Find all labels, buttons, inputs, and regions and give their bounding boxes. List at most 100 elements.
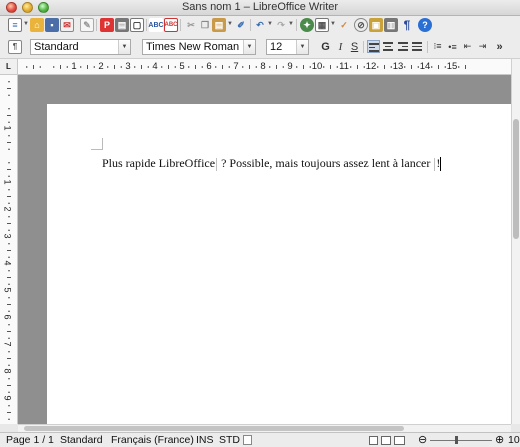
ruler-number: 13 (392, 61, 404, 72)
toolbar-separator (250, 19, 251, 31)
text-cursor (440, 157, 442, 172)
align-left-button[interactable] (367, 40, 380, 53)
help-icon[interactable]: ? (418, 18, 432, 32)
document-modified-icon (243, 435, 252, 445)
paragraph-style-select[interactable]: Standard ▼ (30, 39, 131, 55)
autospellcheck-icon[interactable]: ABC (164, 18, 178, 32)
horizontal-scrollbar-thumb[interactable] (24, 426, 404, 431)
styles-formatting-icon[interactable]: ¶ (8, 40, 22, 54)
document-text[interactable]: Plus rapide LibreOffice ? Possible, mais… (102, 156, 442, 172)
toolbar-separator (146, 19, 147, 31)
paste-dropdown-chevron-icon[interactable]: ▼ (227, 21, 233, 27)
spellcheck-icon[interactable]: ABC (148, 18, 164, 32)
page-style-status[interactable]: Standard (60, 434, 103, 446)
redo-dropdown-chevron-icon[interactable]: ▼ (288, 21, 294, 27)
image-icon[interactable]: ▣ (369, 18, 383, 32)
document-workspace: Plus rapide LibreOffice ? Possible, mais… (18, 75, 511, 424)
ruler-number: 10 (311, 61, 323, 72)
vertical-scrollbar[interactable] (511, 59, 520, 424)
new-dropdown-chevron-icon[interactable]: ▼ (23, 21, 29, 27)
bold-button[interactable]: G (319, 40, 332, 53)
numbering-icon[interactable]: ⁝≡ (431, 40, 444, 53)
insert-mode-status[interactable]: INS (196, 434, 214, 446)
ruler-number: 2 (98, 61, 104, 72)
document-page[interactable]: Plus rapide LibreOffice ? Possible, mais… (47, 104, 511, 424)
font-name-value: Times New Roman (146, 41, 240, 53)
toolbar-overflow-button[interactable]: » (493, 40, 506, 53)
ruler-number: 3 (125, 61, 131, 72)
zoom-percentage[interactable]: 10 (508, 434, 520, 446)
clone-formatting-icon[interactable]: ✐ (234, 18, 248, 32)
underline-button[interactable]: S (348, 40, 361, 53)
draw-functions-icon[interactable]: ✓ (337, 18, 351, 32)
decrease-indent-icon[interactable]: ⇤ (461, 40, 474, 53)
standard-toolbar: ≡ ▼ ⌂ ▪ ✉ ✎ P ▤ ▢ ABC ABC ✂ ❐ ▤ ▼ ✐ ↶ ▼ … (0, 16, 520, 34)
font-name-select[interactable]: Times New Roman ▼ (142, 39, 256, 55)
open-icon[interactable]: ⌂ (30, 18, 44, 32)
vertical-scrollbar-thumb[interactable] (513, 119, 519, 239)
formatting-toolbar: ¶ Standard ▼ Times New Roman ▼ 12 ▼ G I … (0, 34, 520, 59)
ruler-number: 11 (339, 61, 349, 72)
email-icon[interactable]: ✉ (60, 18, 74, 32)
toolbar-separator (427, 41, 428, 53)
page-preview-icon[interactable]: ▢ (130, 18, 144, 32)
book-view-icon[interactable] (394, 436, 405, 445)
paste-icon[interactable]: ▤ (212, 18, 226, 32)
tab-stop-type-selector[interactable]: L (0, 59, 18, 75)
toolbar-separator (296, 19, 297, 31)
bullets-icon[interactable]: •≡ (446, 40, 459, 53)
horizontal-ruler[interactable]: 1 2 3 4 5 6 7 8 9 10 11 12 13 14 15 (18, 59, 512, 75)
align-right-button[interactable] (397, 40, 410, 53)
status-bar: Page 1 / 1 Standard Français (France) IN… (0, 432, 520, 447)
chart-icon[interactable]: ▥ (384, 18, 398, 32)
zoom-slider[interactable] (430, 440, 492, 441)
ruler-number: 6 (206, 61, 212, 72)
table-icon[interactable]: ▦ (315, 18, 329, 32)
redo-icon[interactable]: ↷ (274, 18, 288, 32)
navigator-icon[interactable]: ✦ (300, 18, 314, 32)
increase-indent-icon[interactable]: ⇥ (476, 40, 489, 53)
chevron-down-icon[interactable]: ▼ (296, 40, 308, 54)
field-shading (216, 157, 218, 171)
zoom-slider-knob[interactable] (455, 436, 458, 444)
justify-button[interactable] (411, 40, 424, 53)
ruler-number: 4 (2, 260, 13, 266)
horizontal-scrollbar[interactable] (18, 424, 511, 432)
ruler-number: 2 (2, 206, 13, 212)
undo-dropdown-chevron-icon[interactable]: ▼ (267, 21, 273, 27)
table-dropdown-chevron-icon[interactable]: ▼ (330, 21, 336, 27)
ruler-number: 9 (2, 395, 13, 401)
ruler-number: 4 (152, 61, 158, 72)
copy-icon[interactable]: ❐ (198, 18, 212, 32)
window-title: Sans nom 1 – LibreOffice Writer (181, 1, 339, 13)
language-status[interactable]: Français (France) (111, 434, 194, 446)
ruler-number: 8 (2, 368, 13, 374)
multi-page-view-icon[interactable] (381, 436, 391, 445)
ruler-number: 1 (2, 125, 13, 131)
zoom-in-icon[interactable]: ⊕ (495, 433, 504, 446)
toolbar-separator (363, 41, 364, 53)
formatting-marks-icon[interactable]: ¶ (400, 18, 414, 32)
toolbar-separator (180, 19, 181, 31)
export-pdf-icon[interactable]: P (100, 18, 114, 32)
single-page-view-icon[interactable] (369, 436, 378, 445)
save-icon[interactable]: ▪ (45, 18, 59, 32)
zoom-out-icon[interactable]: ⊖ (418, 433, 427, 446)
font-size-select[interactable]: 12 ▼ (266, 39, 309, 55)
gallery-icon[interactable]: ⊘ (354, 18, 368, 32)
align-center-button[interactable] (382, 40, 395, 53)
ruler-number: 14 (419, 61, 431, 72)
edit-file-icon[interactable]: ✎ (80, 18, 94, 32)
new-document-icon[interactable]: ≡ (8, 18, 22, 32)
cut-icon[interactable]: ✂ (184, 18, 198, 32)
page-count-status[interactable]: Page 1 / 1 (6, 434, 54, 446)
chevron-down-icon[interactable]: ▼ (118, 40, 130, 54)
selection-mode-status[interactable]: STD (219, 434, 240, 446)
vertical-ruler[interactable]: 1 1 2 3 4 5 6 7 8 9 (0, 75, 18, 424)
font-size-value: 12 (270, 41, 283, 53)
ruler-number: 9 (287, 61, 293, 72)
italic-button[interactable]: I (334, 40, 347, 53)
undo-icon[interactable]: ↶ (253, 18, 267, 32)
chevron-down-icon[interactable]: ▼ (243, 40, 255, 54)
print-icon[interactable]: ▤ (115, 18, 129, 32)
